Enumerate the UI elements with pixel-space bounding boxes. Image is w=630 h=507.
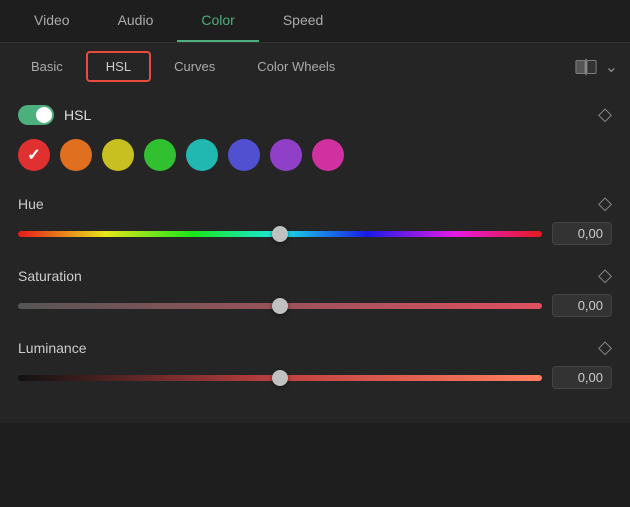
saturation-value-input[interactable] [552,294,612,317]
saturation-thumb[interactable] [272,298,288,314]
color-circle-orange[interactable] [60,139,92,171]
luminance-thumb[interactable] [272,370,288,386]
hue-header: Hue ◇ [18,193,612,214]
saturation-slider-row [18,294,612,317]
subtab-color-wheels[interactable]: Color Wheels [238,52,354,81]
top-tabs-bar: Video Audio Color Speed [0,0,630,43]
hsl-toggle-switch[interactable] [18,105,54,125]
luminance-slider-row [18,366,612,389]
color-circle-blue[interactable] [228,139,260,171]
luminance-track[interactable] [18,375,542,381]
subtabs-right-controls: ⌄ [575,57,618,77]
tab-color[interactable]: Color [177,0,258,42]
hue-slider-section: Hue ◇ [18,193,612,245]
color-circles-row: ✓ [18,139,612,171]
luminance-value-input[interactable] [552,366,612,389]
luminance-header: Luminance ◇ [18,337,612,358]
color-circle-green[interactable] [144,139,176,171]
luminance-diamond-icon[interactable]: ◇ [598,337,612,358]
saturation-header: Saturation ◇ [18,265,612,286]
color-circle-purple[interactable] [270,139,302,171]
saturation-diamond-icon[interactable]: ◇ [598,265,612,286]
hue-slider-row [18,222,612,245]
saturation-label: Saturation [18,268,82,284]
saturation-track[interactable] [18,303,542,309]
hue-label: Hue [18,196,44,212]
sub-tabs-bar: Basic HSL Curves Color Wheels ⌄ [0,43,630,90]
subtab-basic[interactable]: Basic [12,52,82,81]
compare-button[interactable] [575,58,597,76]
luminance-label: Luminance [18,340,87,356]
hsl-diamond-icon[interactable]: ◇ [598,104,612,125]
saturation-slider-section: Saturation ◇ [18,265,612,317]
color-circle-cyan[interactable] [186,139,218,171]
luminance-slider-section: Luminance ◇ [18,337,612,389]
hsl-content: HSL ◇ ✓ Hue ◇ Saturation ◇ [0,90,630,423]
hue-thumb[interactable] [272,226,288,242]
subtab-hsl[interactable]: HSL [86,51,151,82]
tab-speed[interactable]: Speed [259,0,347,42]
color-circle-yellow[interactable] [102,139,134,171]
tab-audio[interactable]: Audio [94,0,178,42]
hue-diamond-icon[interactable]: ◇ [598,193,612,214]
hue-value-input[interactable] [552,222,612,245]
hue-track[interactable] [18,231,542,237]
hsl-label: HSL [64,107,91,123]
subtabs-dropdown-button[interactable]: ⌄ [605,57,618,77]
color-circle-magenta[interactable] [312,139,344,171]
hsl-toggle-label-group: HSL [18,105,91,125]
tab-video[interactable]: Video [10,0,94,42]
hsl-toggle-row: HSL ◇ [18,104,612,125]
subtab-curves[interactable]: Curves [155,52,234,81]
color-circle-red[interactable]: ✓ [18,139,50,171]
